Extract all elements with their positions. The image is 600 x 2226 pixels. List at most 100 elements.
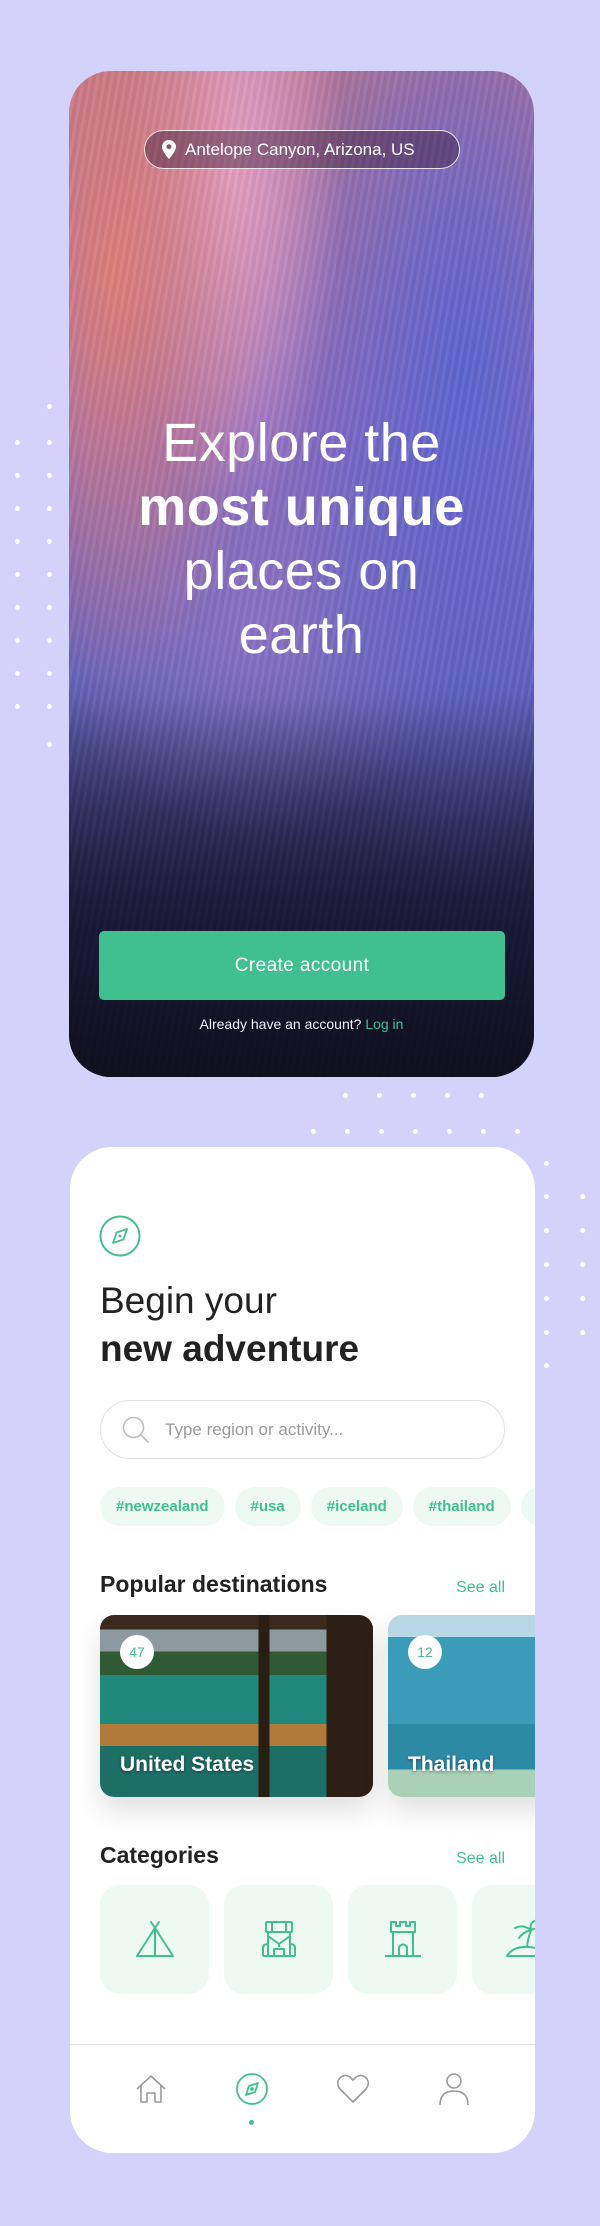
decorative-dot (310, 1128, 316, 1134)
decorative-dot (46, 637, 52, 643)
destination-name: United States (120, 1753, 255, 1776)
search-icon (122, 1416, 149, 1443)
decorative-dot (543, 1261, 549, 1267)
decorative-dot (579, 1329, 585, 1335)
tag-chip[interactable]: #e (520, 1487, 535, 1526)
decorative-dot (543, 1362, 549, 1368)
decorative-dot (446, 1128, 452, 1134)
decorative-dot (14, 439, 20, 445)
decorative-dot (46, 703, 52, 709)
section-title: Popular destinations (100, 1571, 328, 1597)
category-camping[interactable] (100, 1885, 209, 1994)
count-badge: 47 (120, 1635, 154, 1669)
profile-icon (439, 2073, 470, 2106)
island-icon (505, 1918, 535, 1957)
compass-icon (235, 2073, 268, 2105)
login-link[interactable]: Log in (365, 1016, 403, 1032)
destination-card[interactable]: 47 United States (100, 1615, 373, 1797)
hero-title: Explore the most unique places on earth (69, 411, 534, 667)
decorative-dot (344, 1128, 350, 1134)
decorative-dot (14, 538, 20, 544)
decorative-dot (480, 1128, 486, 1134)
decorative-dot (46, 439, 52, 445)
search-input[interactable] (165, 1419, 485, 1440)
decorative-dot (46, 670, 52, 676)
decorative-dot (14, 604, 20, 610)
backpack-icon (261, 1920, 296, 1957)
destination-card[interactable]: 12 Thailand (388, 1615, 535, 1797)
heading-line-1: Begin your (100, 1280, 277, 1321)
destination-name: Thailand (408, 1753, 495, 1776)
decorative-dot (14, 472, 20, 478)
decorative-dot (14, 571, 20, 577)
tag-chip[interactable]: #usa (234, 1487, 301, 1526)
decorative-dot (46, 472, 52, 478)
decorative-dot (579, 1193, 585, 1199)
decorative-dot (543, 1193, 549, 1199)
decorative-dot (46, 741, 52, 747)
welcome-screen: Antelope Canyon, Arizona, US Explore the… (69, 71, 534, 1077)
compass-icon (99, 1215, 141, 1257)
castle-icon (384, 1920, 421, 1957)
decorative-dot (14, 703, 20, 709)
heading-line-2: new adventure (100, 1328, 360, 1369)
bottom-tab-bar (70, 2044, 535, 2153)
create-account-button[interactable]: Create account (99, 931, 505, 1000)
hero-line-4: earth (238, 605, 365, 665)
decorative-dot (410, 1092, 416, 1098)
popular-destinations-header: Popular destinations See all (100, 1571, 505, 1598)
decorative-dot (514, 1128, 520, 1134)
heart-icon (337, 2074, 370, 2103)
tab-explore[interactable] (222, 2045, 282, 2153)
decorative-dot (543, 1329, 549, 1335)
tab-home[interactable] (121, 2045, 181, 2153)
category-backpacking[interactable] (224, 1885, 333, 1994)
decorative-dot (14, 505, 20, 511)
decorative-dot (14, 637, 20, 643)
tab-favorites[interactable] (323, 2045, 383, 2153)
destination-carousel: 47 United States 12 Thailand (100, 1615, 535, 1797)
decorative-dot (444, 1092, 450, 1098)
map-pin-icon (162, 140, 176, 159)
location-label: Antelope Canyon, Arizona, US (185, 139, 415, 159)
hero-line-2: most unique (138, 477, 465, 537)
category-castles[interactable] (348, 1885, 457, 1994)
decorative-dot (478, 1092, 484, 1098)
category-islands[interactable] (472, 1885, 535, 1994)
category-list (100, 1885, 535, 1994)
decorative-dot (46, 538, 52, 544)
see-all-categories-link[interactable]: See all (456, 1850, 505, 1868)
categories-header: Categories See all (100, 1842, 505, 1869)
explore-screen: Begin your new adventure #newzealand #us… (70, 1147, 535, 2153)
decorative-dot (412, 1128, 418, 1134)
decorative-dot (543, 1295, 549, 1301)
tag-chip[interactable]: #thailand (412, 1487, 511, 1526)
decorative-dot (579, 1227, 585, 1233)
tent-icon (135, 1920, 174, 1957)
login-prompt-text: Already have an account? (199, 1016, 362, 1032)
decorative-dot (46, 604, 52, 610)
see-all-destinations-link[interactable]: See all (456, 1579, 505, 1597)
decorative-dot (543, 1160, 549, 1166)
decorative-dot (376, 1092, 382, 1098)
active-tab-indicator (249, 2120, 255, 2125)
decorative-dot (378, 1128, 384, 1134)
search-box[interactable] (100, 1400, 505, 1459)
tag-list: #newzealand #usa #iceland #thailand #e (100, 1487, 535, 1526)
section-title: Categories (100, 1842, 219, 1868)
decorative-dot (46, 571, 52, 577)
count-badge: 12 (408, 1635, 442, 1669)
tab-profile[interactable] (424, 2045, 484, 2153)
page-heading: Begin your new adventure (100, 1277, 359, 1373)
decorative-dot (579, 1295, 585, 1301)
decorative-dot (14, 670, 20, 676)
decorative-dot (342, 1092, 348, 1098)
home-icon (136, 2075, 166, 2103)
tag-chip[interactable]: #iceland (310, 1487, 403, 1526)
tag-chip[interactable]: #newzealand (100, 1487, 225, 1526)
hero-line-3: places on (183, 541, 420, 601)
location-badge[interactable]: Antelope Canyon, Arizona, US (144, 130, 460, 169)
decorative-dot (46, 505, 52, 511)
hero-line-1: Explore the (162, 413, 441, 473)
decorative-dot (579, 1261, 585, 1267)
